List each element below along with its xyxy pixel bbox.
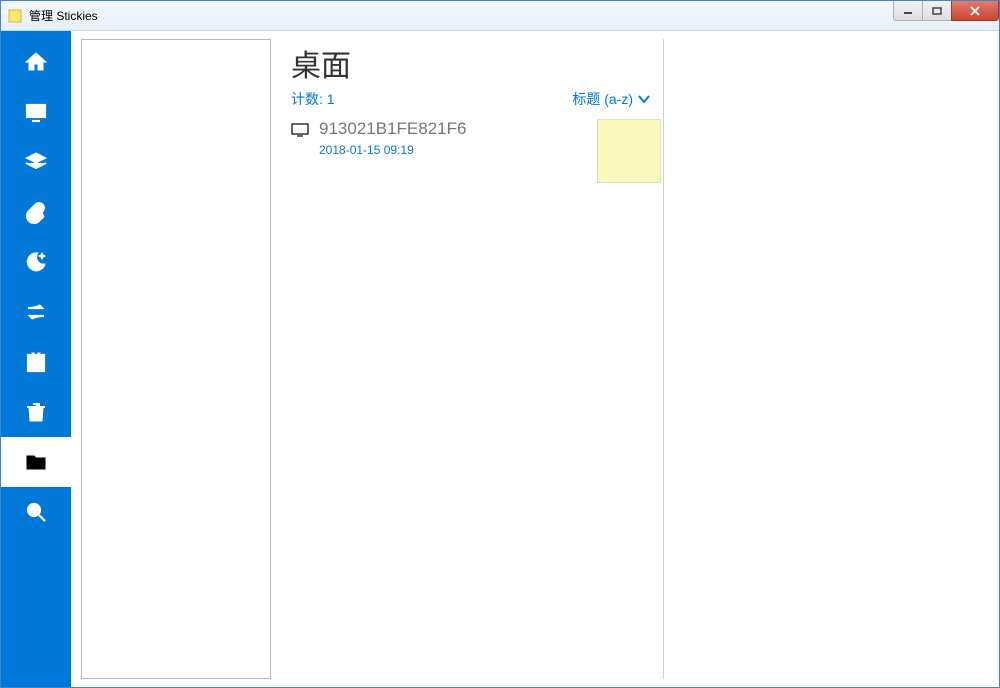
home-icon <box>24 50 48 74</box>
sidebar-item-sleep[interactable] <box>1 237 71 287</box>
sidebar-item-trash[interactable] <box>1 387 71 437</box>
paperclip-icon <box>24 200 48 224</box>
titlebar: 管理 Stickies <box>1 1 999 31</box>
note-row[interactable]: 913021B1FE821F6 2018-01-15 09:19 <box>291 119 661 183</box>
page-title: 桌面 <box>291 41 664 85</box>
monitor-icon <box>291 119 309 157</box>
chevron-down-icon <box>637 92 651 106</box>
archive-icon <box>24 350 48 374</box>
trash-icon <box>24 400 48 424</box>
minimize-button[interactable] <box>893 1 923 21</box>
sidebar-item-stack[interactable] <box>1 137 71 187</box>
sort-dropdown[interactable]: 标题 (a-z) <box>572 89 651 109</box>
sidebar-item-recur[interactable] <box>1 287 71 337</box>
sort-label-text: 标题 (a-z) <box>572 89 633 109</box>
search-icon <box>24 500 48 524</box>
maximize-button[interactable] <box>922 1 952 21</box>
sidebar-item-store[interactable] <box>1 337 71 387</box>
layers-icon <box>24 150 48 174</box>
sidebar-item-search[interactable] <box>1 487 71 537</box>
sidebar-item-desktop[interactable] <box>1 87 71 137</box>
note-text: 913021B1FE821F6 2018-01-15 09:19 <box>319 119 466 157</box>
main-panel: 桌面 计数: 1 标题 (a-z) 913021B1FE821F6 2018-0… <box>271 31 664 687</box>
window-title: 管理 Stickies <box>29 7 98 24</box>
monitor-icon <box>24 100 48 124</box>
note-info: 913021B1FE821F6 2018-01-15 09:19 <box>291 119 587 157</box>
count-label: 计数: 1 <box>291 89 335 109</box>
header-row: 计数: 1 标题 (a-z) <box>291 89 651 109</box>
moon-icon <box>24 250 48 274</box>
panel-divider[interactable] <box>663 39 664 679</box>
window-controls <box>894 1 999 21</box>
note-thumbnail <box>597 119 661 183</box>
sidebar-item-home[interactable] <box>1 37 71 87</box>
note-date: 2018-01-15 09:19 <box>319 143 466 157</box>
sidebar-item-folder[interactable] <box>1 437 71 487</box>
content: 桌面 计数: 1 标题 (a-z) 913021B1FE821F6 2018-0… <box>1 31 999 687</box>
preview-panel <box>664 31 999 687</box>
tree-panel[interactable] <box>81 39 271 679</box>
sidebar <box>1 31 71 687</box>
close-button[interactable] <box>951 1 999 21</box>
app-icon <box>7 8 23 24</box>
sidebar-item-attach[interactable] <box>1 187 71 237</box>
repeat-icon <box>24 300 48 324</box>
note-title: 913021B1FE821F6 <box>319 119 466 139</box>
folder-icon <box>24 450 48 474</box>
